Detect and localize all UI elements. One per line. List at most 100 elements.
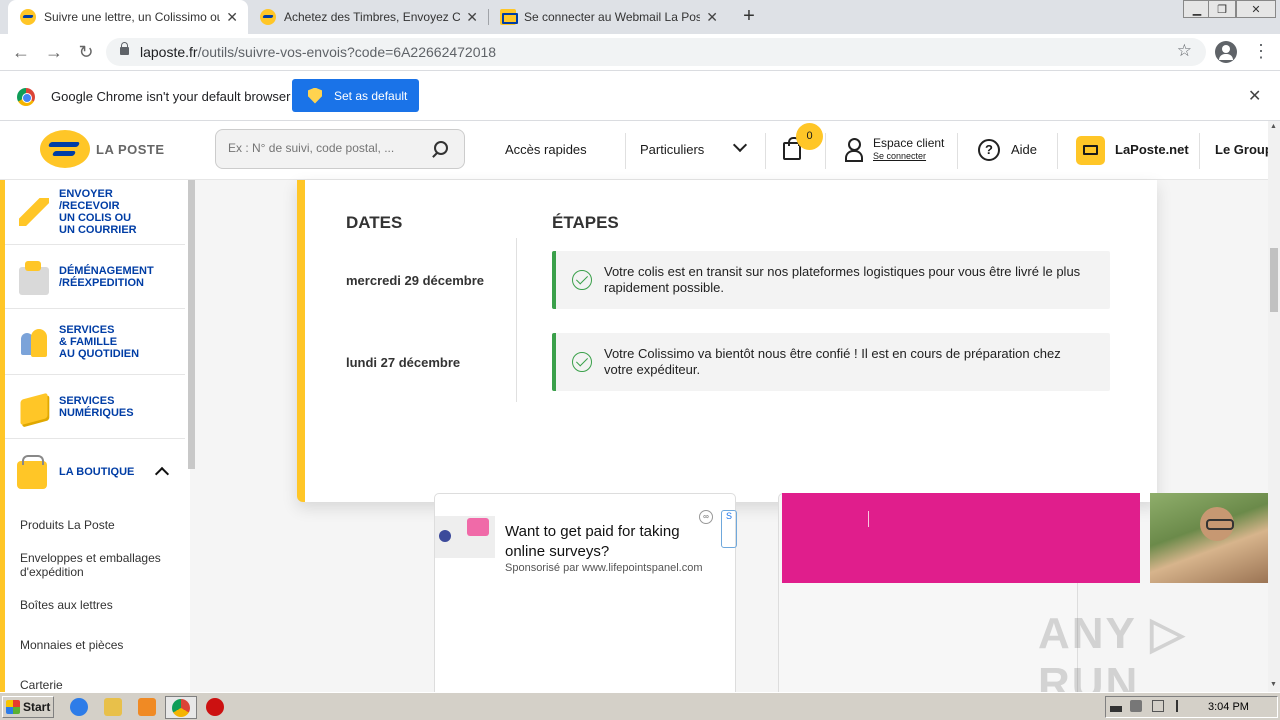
sidebar-nav: ENVOYER/RECEVOIR UN COLIS OU UN COURRIER D… — [0, 180, 195, 692]
tracking-timeline-card: DATES ÉTAPES mercredi 29 décembre Votre … — [297, 180, 1157, 502]
le-groupe-link[interactable]: Le Group — [1215, 142, 1268, 157]
media-player-icon[interactable] — [138, 698, 156, 716]
digital-icon — [20, 392, 48, 426]
paper-plane-icon — [19, 198, 49, 226]
help-link[interactable]: Aide — [1011, 142, 1037, 157]
header-divider — [825, 133, 826, 169]
timeline-divider — [516, 238, 517, 402]
scrollbar-thumb[interactable] — [1270, 248, 1278, 312]
set-as-default-label: Set as default — [334, 88, 408, 103]
sidebar-item-label: DÉMÉNAGEMENT/RÉEXPEDITION — [59, 265, 154, 289]
infobar-close-icon[interactable]: ✕ — [1248, 86, 1261, 106]
boutique-link-enveloppes[interactable]: Enveloppes et emballages d'expédition — [20, 551, 161, 579]
tab-timbres[interactable]: Achetez des Timbres, Envoyez Courr ✕ — [248, 0, 488, 34]
warning-app-icon[interactable] — [206, 698, 224, 716]
boutique-link-boites[interactable]: Boîtes aux lettres — [20, 598, 113, 612]
address-bar[interactable]: laposte.fr/outils/suivre-vos-envois?code… — [106, 38, 1206, 66]
sidebar-item-label: LA BOUTIQUE — [59, 466, 135, 478]
tab-close-icon[interactable]: ✕ — [704, 9, 720, 26]
page-viewport: LA POSTE Accès rapides Particuliers 0 Es… — [0, 121, 1268, 692]
tab-title: Suivre une lettre, un Colissimo ou un — [44, 10, 221, 24]
url-text: laposte.fr/outils/suivre-vos-envois?code… — [140, 44, 496, 60]
boutique-link-carterie[interactable]: Carterie — [20, 678, 63, 692]
customer-area-link[interactable]: Espace client Se connecter — [873, 137, 944, 163]
back-button[interactable]: ← — [9, 40, 33, 64]
tracking-step: Votre Colissimo va bientôt nous être con… — [552, 333, 1110, 391]
help-icon[interactable]: ? — [978, 139, 1000, 161]
restore-button[interactable]: ❐ — [1208, 0, 1236, 18]
folder-icon[interactable] — [104, 698, 122, 716]
sidebar-item-famille[interactable]: SERVICES & FAMILLE AU QUOTIDIEN — [5, 309, 185, 375]
profile-avatar-icon[interactable] — [1215, 41, 1237, 63]
tab-close-icon[interactable]: ✕ — [464, 9, 480, 26]
sidebar-scrollbar[interactable] — [188, 180, 195, 469]
chrome-logo-icon — [17, 88, 35, 106]
ad-badge[interactable]: S — [721, 510, 737, 548]
user-icon[interactable] — [845, 138, 863, 162]
quick-access-link[interactable]: Accès rapides — [505, 142, 587, 157]
bookmark-star-icon[interactable]: ☆ — [1177, 41, 1192, 61]
set-as-default-button[interactable]: Set as default — [292, 79, 419, 112]
ad-sponsor-text: Sponsorisé par www.lifepointspanel.com — [505, 562, 703, 574]
minimize-button[interactable]: ▁ — [1183, 0, 1211, 18]
sidebar-item-numeriques[interactable]: SERVICES NUMÉRIQUES — [5, 375, 185, 439]
sign-in-link[interactable]: Se connecter — [873, 150, 944, 163]
header-divider — [957, 133, 958, 169]
tracking-search-box — [215, 129, 465, 169]
dates-header: DATES — [346, 213, 403, 232]
volume-icon[interactable] — [1130, 700, 1142, 712]
start-label: Start — [23, 700, 51, 714]
chevron-up-icon[interactable] — [154, 466, 170, 482]
taskbar-chrome-button[interactable] — [165, 696, 197, 719]
tab-webmail[interactable]: Se connecter au Webmail La Poste - ✕ — [488, 0, 728, 34]
event-date: lundi 27 décembre — [346, 355, 461, 370]
ad-thumbnail — [435, 516, 495, 558]
scroll-down-icon[interactable]: ▼ — [1270, 681, 1277, 688]
tab-suivre-colis[interactable]: Suivre une lettre, un Colissimo ou un ✕ — [8, 0, 248, 34]
sidebar-item-boutique[interactable]: LA BOUTIQUE — [5, 439, 185, 503]
flag-notification-icon[interactable] — [1176, 700, 1188, 712]
tracking-step: Votre colis est en transit sur nos plate… — [552, 251, 1110, 309]
check-circle-icon — [572, 270, 592, 290]
moving-box-icon — [19, 261, 49, 295]
ad-photo-child[interactable] — [1150, 493, 1268, 583]
mail-icon[interactable] — [1076, 136, 1105, 165]
sidebar-item-demenagement[interactable]: DÉMÉNAGEMENT/RÉEXPEDITION — [5, 245, 185, 309]
tracking-search-input[interactable] — [228, 141, 428, 155]
pink-ad-banner[interactable] — [782, 493, 1140, 583]
default-browser-infobar: Google Chrome isn't your default browser… — [0, 70, 1280, 121]
search-icon[interactable] — [434, 141, 448, 155]
browser-tab-strip: Suivre une lettre, un Colissimo ou un ✕ … — [0, 0, 1280, 34]
audience-selector[interactable]: Particuliers — [640, 142, 704, 157]
window-close-button[interactable]: ✕ — [1236, 0, 1276, 18]
windows-flag-icon — [6, 700, 20, 714]
reload-button[interactable]: ↻ — [74, 40, 98, 64]
tab-close-icon[interactable]: ✕ — [224, 9, 240, 26]
browser-menu-icon[interactable]: ⋮ — [1252, 42, 1270, 60]
chevron-down-icon[interactable] — [732, 137, 748, 153]
shopping-basket-icon — [17, 455, 47, 489]
boutique-link-produits[interactable]: Produits La Poste — [20, 518, 115, 532]
chrome-icon — [172, 699, 190, 717]
ad-choices-icon[interactable]: ∞ — [699, 510, 713, 524]
family-icon — [19, 329, 49, 357]
tray-arrow-icon[interactable] — [1110, 700, 1122, 712]
sidebar-item-envoyer[interactable]: ENVOYER/RECEVOIR UN COLIS OU UN COURRIER — [5, 180, 185, 245]
text-cursor — [868, 511, 869, 527]
ie-icon[interactable] — [70, 698, 88, 716]
new-tab-button[interactable]: + — [738, 6, 760, 28]
network-icon[interactable] — [1152, 700, 1164, 712]
tab-title: Achetez des Timbres, Envoyez Courr — [284, 10, 461, 24]
sponsored-ad-card[interactable]: Want to get paid for taking online surve… — [434, 493, 737, 692]
boutique-link-monnaies[interactable]: Monnaies et pièces — [20, 638, 123, 652]
ad-title[interactable]: Want to get paid for taking online surve… — [505, 522, 720, 562]
start-button[interactable]: Start — [2, 696, 54, 718]
page-scrollbar[interactable]: ▲ ▼ — [1268, 121, 1280, 692]
windows-taskbar: Start 3:04 PM — [0, 692, 1280, 720]
tab-title: Se connecter au Webmail La Poste - — [524, 10, 701, 24]
forward-button[interactable]: → — [42, 40, 66, 64]
laposte-logo[interactable]: LA POSTE — [40, 130, 165, 168]
scroll-up-icon[interactable]: ▲ — [1270, 123, 1277, 130]
anyrun-watermark: ANY ▷ RUN — [1038, 609, 1187, 692]
laposte-net-link[interactable]: LaPoste.net — [1115, 142, 1189, 157]
